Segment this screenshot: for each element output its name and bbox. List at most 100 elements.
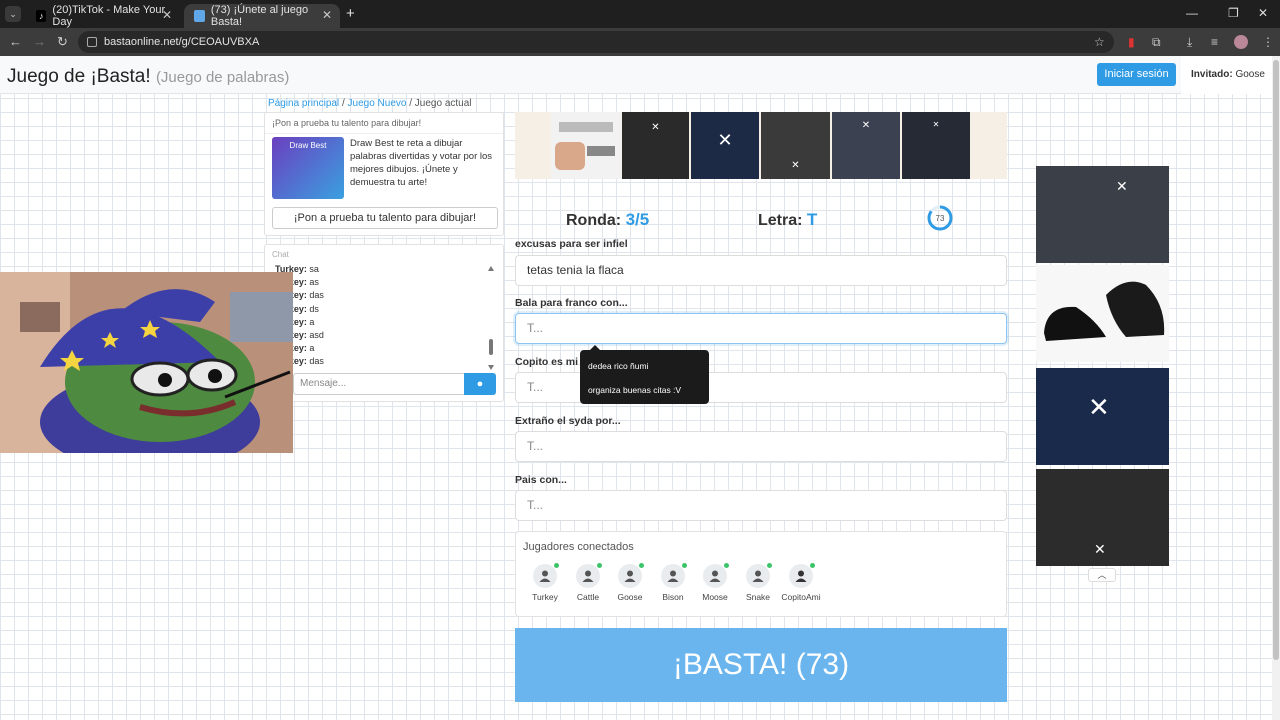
maximize-icon[interactable]: ❐ [1228, 6, 1239, 20]
category-label: Bala para franco con... [515, 297, 628, 309]
chat-scrollbar[interactable] [487, 265, 495, 373]
category-label: Pais con... [515, 474, 567, 486]
timer-value: 73 [936, 214, 945, 223]
scrollbar-thumb[interactable] [1273, 60, 1279, 660]
player-name: Bison [662, 592, 684, 602]
user-icon [746, 563, 772, 588]
player-card[interactable]: Goose [613, 563, 647, 602]
site-info-icon[interactable] [87, 37, 97, 47]
breadcrumb-home-link[interactable]: Página principal [268, 98, 339, 109]
side-ad-shoes[interactable] [1036, 265, 1169, 362]
user-icon [703, 563, 729, 588]
side-ad-sweater[interactable]: ✕ [1036, 166, 1169, 263]
reload-icon[interactable]: ↻ [57, 34, 68, 50]
browser-tab-tiktok[interactable]: ♪ (20)TikTok - Make Your Day ✕ [26, 4, 180, 28]
address-bar: ← → ↻ bastaonline.net/g/CEOAUVBXA ☆ ▮ ⧉ … [0, 28, 1280, 56]
user-icon [576, 563, 602, 588]
site-title: Juego de ¡Basta! [7, 66, 151, 87]
chat-message: Turkey: a [275, 343, 315, 354]
site-logo[interactable]: Juego de ¡Basta! (Juego de palabras) [7, 66, 289, 88]
menu-kebab-icon[interactable]: ⋮ [1262, 35, 1274, 49]
category-input-1[interactable]: tetas tenia la flaca [515, 255, 1007, 286]
minimize-icon[interactable]: — [1186, 6, 1198, 20]
round-value: 3/5 [625, 210, 650, 229]
draw-best-image[interactable]: Draw Best [272, 137, 344, 199]
player-name: CopitoAmi [781, 592, 821, 602]
breadcrumb: Página principal / Juego Nuevo / Juego a… [268, 98, 472, 109]
media-control-icon[interactable]: ≡ [1211, 35, 1218, 49]
chat-heading: Chat [272, 250, 289, 259]
side-ad-cap[interactable]: ✕ [1036, 368, 1169, 465]
chat-message: Turkey: das [275, 290, 324, 301]
chat-send-button[interactable]: ● [464, 373, 496, 395]
player-card[interactable]: Snake [741, 563, 775, 602]
round-label: Ronda: [566, 212, 622, 229]
page-scrollbar[interactable] [1272, 56, 1280, 720]
player-card[interactable]: Moose [698, 563, 732, 602]
x-logo-icon: ✕ [717, 130, 733, 150]
player-name: Cattle [576, 592, 600, 602]
player-name: Goose [617, 592, 643, 602]
x-logo-icon: ✕ [791, 160, 800, 171]
player-name: Snake [745, 592, 771, 602]
connected-players-panel: Jugadores conectados Turkey Cattle Goose… [515, 531, 1007, 617]
category-input-5[interactable]: T... [515, 490, 1007, 521]
side-ad-beanie[interactable]: ✕ [1036, 469, 1169, 566]
ad-hoodie-image[interactable]: ✕ [622, 112, 689, 179]
player-card[interactable]: CopitoAmi [778, 563, 824, 602]
letter-value: T [806, 210, 818, 229]
extension-icon[interactable]: ▮ [1128, 35, 1135, 49]
new-tab-icon[interactable]: + [346, 5, 355, 22]
letter-indicator: Letra: T [758, 210, 817, 230]
forward-icon[interactable]: → [33, 34, 46, 49]
user-icon [533, 563, 559, 588]
ad-cap-image[interactable]: ✕ [691, 112, 759, 179]
chevron-up-icon[interactable]: ︿ [1088, 568, 1116, 582]
basta-favicon-icon [194, 10, 205, 22]
chat-message: Turkey: ds [275, 303, 319, 314]
login-button[interactable]: Iniciar sesión [1097, 63, 1176, 86]
tooltip-line[interactable]: dedea rico ñumi [588, 360, 701, 372]
ad-banner-top[interactable]: ✕ ✕ ✕ ✕ ✕ [515, 112, 1007, 179]
bookmark-star-icon[interactable]: ☆ [1094, 35, 1105, 49]
tab-title: (73) ¡Únete al juego Basta! [210, 4, 309, 28]
player-name: Moose [702, 592, 728, 602]
user-icon [661, 563, 687, 588]
x-logo-icon: ✕ [861, 120, 871, 131]
browser-tab-bar: ⌄ ♪ (20)TikTok - Make Your Day ✕ (73) ¡Ú… [0, 0, 1280, 28]
profile-avatar[interactable] [1234, 35, 1248, 49]
close-window-icon[interactable]: ✕ [1258, 6, 1268, 20]
x-logo-icon: ✕ [932, 120, 940, 129]
tiktok-icon: ♪ [36, 10, 47, 22]
tab-search-icon[interactable]: ⌄ [5, 6, 21, 22]
tool-kit-icon [555, 122, 615, 170]
close-icon[interactable]: ✕ [162, 8, 172, 22]
category-input-2[interactable]: T... [515, 313, 1007, 344]
guest-status: Invitado: Goose [1181, 56, 1272, 94]
category-label: excusas para ser infiel [515, 238, 628, 250]
x-logo-icon: ✕ [651, 122, 660, 133]
player-card[interactable]: Bison [656, 563, 690, 602]
ad-tool-image[interactable] [551, 112, 621, 179]
category-input-4[interactable]: T... [515, 431, 1007, 462]
player-card[interactable]: Turkey [528, 563, 562, 602]
draw-best-button[interactable]: ¡Pon a prueba tu talento para dibujar! [272, 207, 498, 229]
url-field[interactable]: bastaonline.net/g/CEOAUVBXA [78, 31, 1114, 53]
user-star-icon [789, 563, 815, 588]
download-icon[interactable]: ⤓ [1187, 35, 1192, 50]
player-card[interactable]: Cattle [571, 563, 605, 602]
basta-button[interactable]: ¡BASTA! (73) [515, 628, 1007, 702]
extensions-puzzle-icon[interactable]: ⧉ [1152, 35, 1161, 50]
ad-sweater-image[interactable]: ✕ [832, 112, 900, 179]
category-label: Copito es mi [515, 356, 579, 368]
close-icon[interactable]: ✕ [322, 8, 332, 22]
browser-tab-basta[interactable]: (73) ¡Únete al juego Basta! ✕ [184, 4, 340, 28]
breadcrumb-new-game-link[interactable]: Juego Nuevo [348, 98, 407, 109]
ad-jacket-image[interactable]: ✕ [902, 112, 970, 179]
tooltip-line[interactable]: organiza buenas citas :V [588, 384, 701, 396]
chat-message: Turkey: sa [275, 264, 319, 274]
ad-beanie-image[interactable]: ✕ [761, 112, 830, 179]
back-icon[interactable]: ← [9, 34, 22, 49]
site-subtitle: (Juego de palabras) [155, 69, 290, 86]
chat-message-input[interactable]: Mensaje... [293, 373, 465, 395]
